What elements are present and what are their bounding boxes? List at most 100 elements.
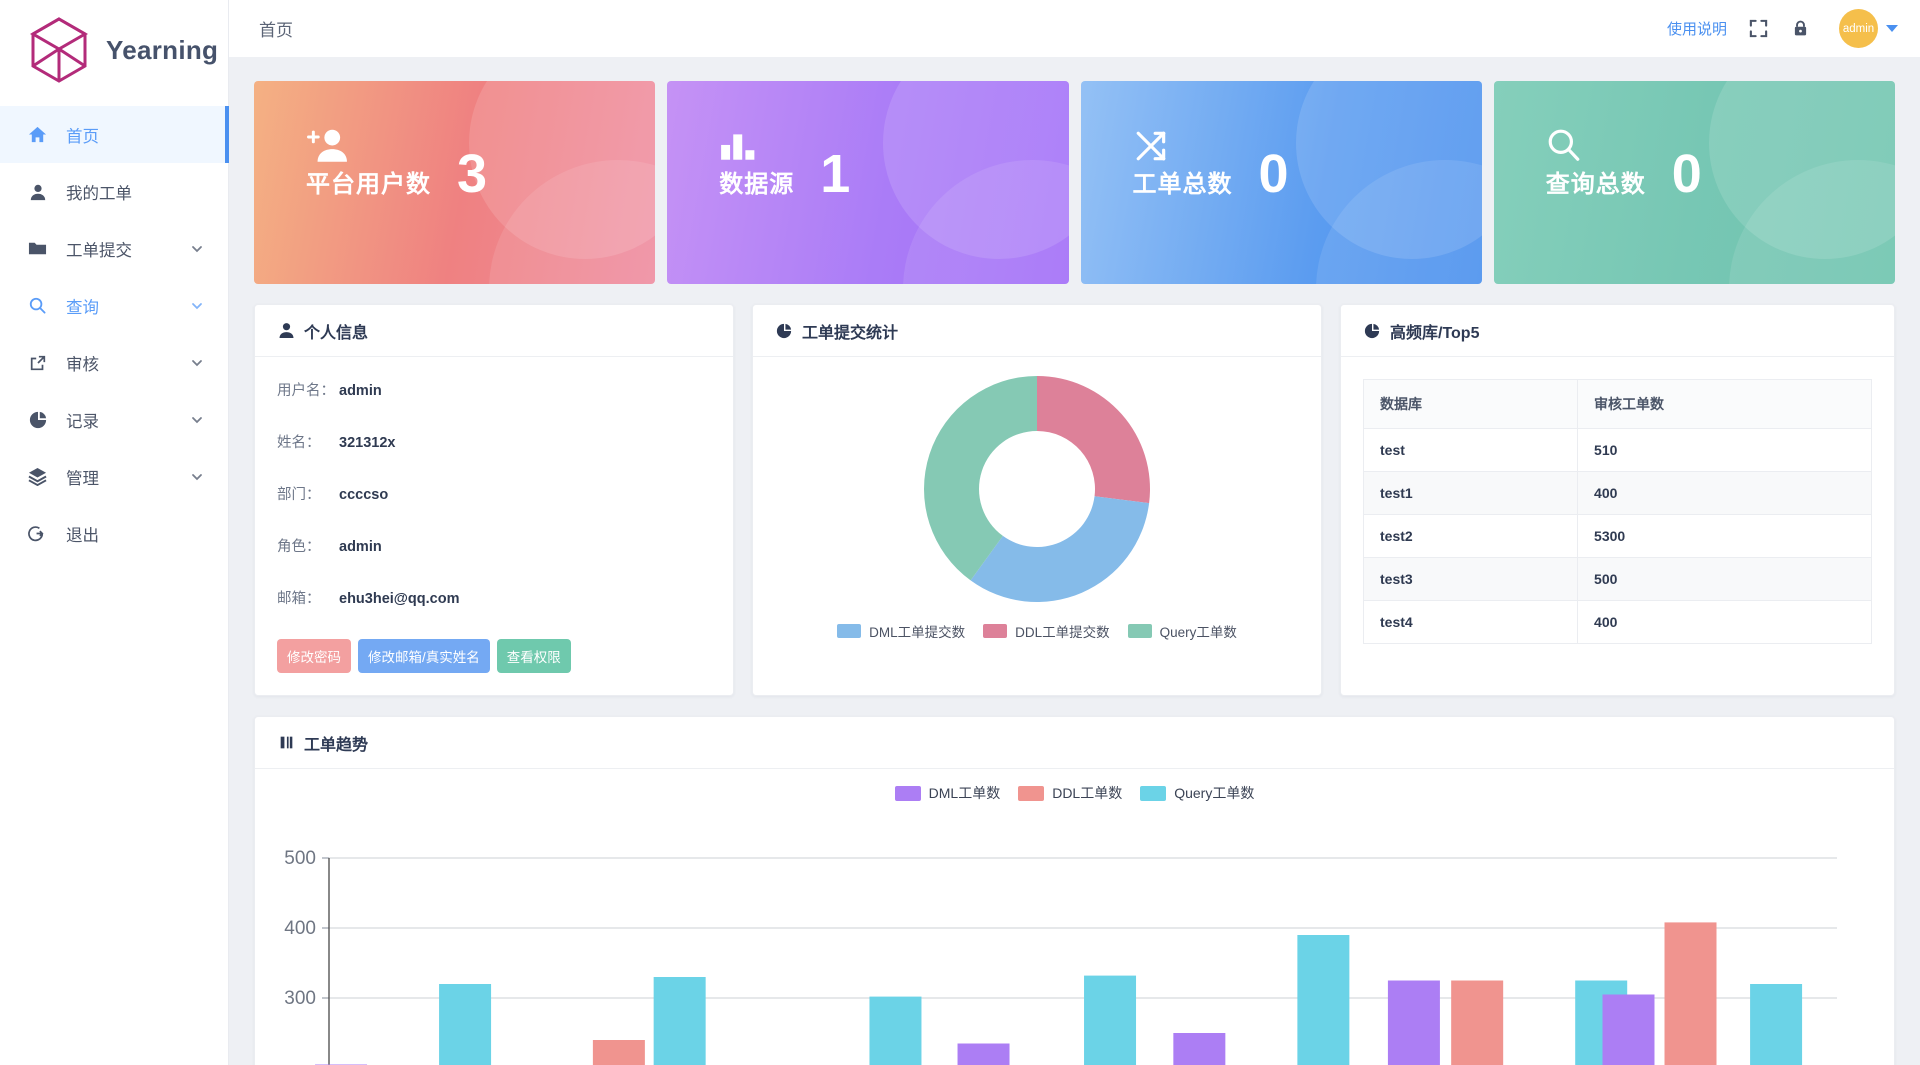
bar[interactable] [439, 984, 491, 1065]
stat-value: 3 [457, 149, 487, 200]
bar[interactable] [1750, 984, 1802, 1065]
donut-slice[interactable] [971, 496, 1150, 602]
chevron-down-icon [190, 299, 204, 313]
bar[interactable] [1297, 935, 1349, 1065]
bar[interactable] [1451, 981, 1503, 1065]
legend-item[interactable]: Query工单数 [1140, 783, 1254, 803]
user-menu[interactable]: admin [1839, 9, 1898, 48]
stat-value: 0 [1259, 149, 1289, 200]
page-content: 平台用户数 3 数据源 [229, 57, 1920, 1065]
legend-item[interactable]: DML工单提交数 [837, 621, 965, 641]
bar[interactable] [1084, 976, 1136, 1065]
chevron-down-icon [190, 470, 204, 484]
logout-icon [28, 524, 47, 543]
legend-label: DML工单提交数 [869, 621, 965, 641]
sidebar-item-label: 管理 [66, 465, 171, 489]
profile-field: 角色： admin [277, 535, 711, 556]
sidebar-item-home[interactable]: 首页 [0, 106, 228, 163]
chevron-down-icon [190, 242, 204, 256]
trend-bar-chart[interactable]: 300400500 [277, 803, 1877, 1065]
profile-field-key: 姓名： [277, 431, 339, 452]
table-row[interactable]: test3 500 [1364, 558, 1872, 601]
donut-chart-area: DML工单提交数 DDL工单提交数 Query工单数 [753, 357, 1321, 641]
home-icon [28, 125, 47, 144]
view-permissions-button[interactable]: 查看权限 [497, 639, 571, 673]
table-header: 数据库 审核工单数 [1364, 380, 1872, 429]
chevron-down-icon[interactable] [1886, 25, 1898, 32]
sidebar-item-manage[interactable]: 管理 [0, 448, 228, 505]
chevron-down-icon [190, 356, 204, 370]
hexagon-logo-icon [28, 16, 90, 84]
profile-card-body: 用户名： admin 姓名： 321312x 部门： ccccso 角色： ad… [255, 357, 733, 689]
sidebar-item-label: 审核 [66, 351, 171, 375]
table-row[interactable]: test 510 [1364, 429, 1872, 472]
profile-field: 用户名： admin [277, 379, 711, 400]
legend-item[interactable]: Query工单数 [1128, 621, 1237, 641]
sidebar-item-logout[interactable]: 退出 [0, 505, 228, 562]
table-row[interactable]: test1 400 [1364, 472, 1872, 515]
stat-card-total-tickets[interactable]: 工单总数 0 [1081, 81, 1482, 284]
profile-field-key: 角色： [277, 535, 339, 556]
trend-card-title: 工单趋势 [304, 731, 368, 755]
table-header-row: 数据库 审核工单数 [1364, 380, 1872, 429]
stat-card-total-queries[interactable]: 查询总数 0 [1494, 81, 1895, 284]
table-body: test 510 test1 400 test2 5300 [1364, 429, 1872, 644]
shuffle-icon [1133, 128, 1233, 166]
profile-field-key: 部门： [277, 483, 339, 504]
profile-field-value: admin [339, 539, 382, 555]
bar[interactable] [1388, 981, 1440, 1065]
bar-chart-icon [719, 128, 794, 166]
ticket-submit-stats-card: 工单提交统计 DML工单提交数 DDL工单提交数 [752, 304, 1322, 696]
bar[interactable] [1665, 922, 1717, 1065]
change-password-button[interactable]: 修改密码 [277, 639, 351, 673]
profile-card: 个人信息 用户名： admin 姓名： 321312x 部门： ccccso [254, 304, 734, 696]
stat-value: 0 [1672, 149, 1702, 200]
table-row[interactable]: test4 400 [1364, 601, 1872, 644]
sidebar-item-audit[interactable]: 审核 [0, 334, 228, 391]
legend-label: DDL工单提交数 [1015, 621, 1110, 641]
help-link[interactable]: 使用说明 [1667, 18, 1727, 39]
top5-card-title: 高频库/Top5 [1390, 319, 1479, 343]
stat-cards: 平台用户数 3 数据源 [254, 81, 1895, 284]
legend-item[interactable]: DDL工单数 [1018, 783, 1122, 803]
donut-card-title: 工单提交统计 [802, 319, 898, 343]
profile-field-value: 321312x [339, 435, 395, 451]
cell-count: 5300 [1578, 515, 1872, 558]
legend-label: Query工单数 [1160, 621, 1237, 641]
legend-swatch [1128, 624, 1152, 638]
top5-card: 高频库/Top5 数据库 审核工单数 test [1340, 304, 1895, 696]
sidebar-item-query[interactable]: 查询 [0, 277, 228, 334]
sidebar-item-label: 退出 [66, 522, 204, 546]
bar[interactable] [958, 1044, 1010, 1065]
breadcrumb[interactable]: 首页 [259, 16, 293, 41]
fullscreen-icon[interactable] [1747, 18, 1769, 40]
chevron-down-icon [190, 413, 204, 427]
bar[interactable] [654, 977, 706, 1065]
change-email-name-button[interactable]: 修改邮箱/真实姓名 [358, 639, 490, 673]
stat-card-platform-users[interactable]: 平台用户数 3 [254, 81, 655, 284]
stat-label: 数据源 [719, 172, 794, 198]
bar[interactable] [593, 1040, 645, 1065]
profile-field-value: admin [339, 383, 382, 399]
bar[interactable] [1173, 1033, 1225, 1065]
legend-item[interactable]: DDL工单提交数 [983, 621, 1110, 641]
bar[interactable] [1602, 995, 1654, 1065]
table-row[interactable]: test2 5300 [1364, 515, 1872, 558]
legend-item[interactable]: DML工单数 [895, 783, 1001, 803]
sidebar-item-my-tickets[interactable]: 我的工单 [0, 163, 228, 220]
sidebar-item-records[interactable]: 记录 [0, 391, 228, 448]
sidebar-item-submit[interactable]: 工单提交 [0, 220, 228, 277]
stat-card-datasource[interactable]: 数据源 1 [667, 81, 1068, 284]
bar[interactable] [869, 997, 921, 1065]
y-axis-tick-label: 400 [284, 918, 316, 939]
cell-count: 500 [1578, 558, 1872, 601]
search-icon [28, 296, 47, 315]
legend-swatch [1140, 786, 1166, 801]
brand[interactable]: Yearning [0, 0, 228, 100]
lock-icon[interactable] [1789, 18, 1811, 40]
avatar[interactable]: admin [1839, 9, 1878, 48]
donut-slice[interactable] [1037, 376, 1150, 503]
trend-legend: DML工单数 DDL工单数 Query工单数 [277, 783, 1872, 803]
donut-chart[interactable] [917, 369, 1157, 609]
cell-count: 400 [1578, 472, 1872, 515]
